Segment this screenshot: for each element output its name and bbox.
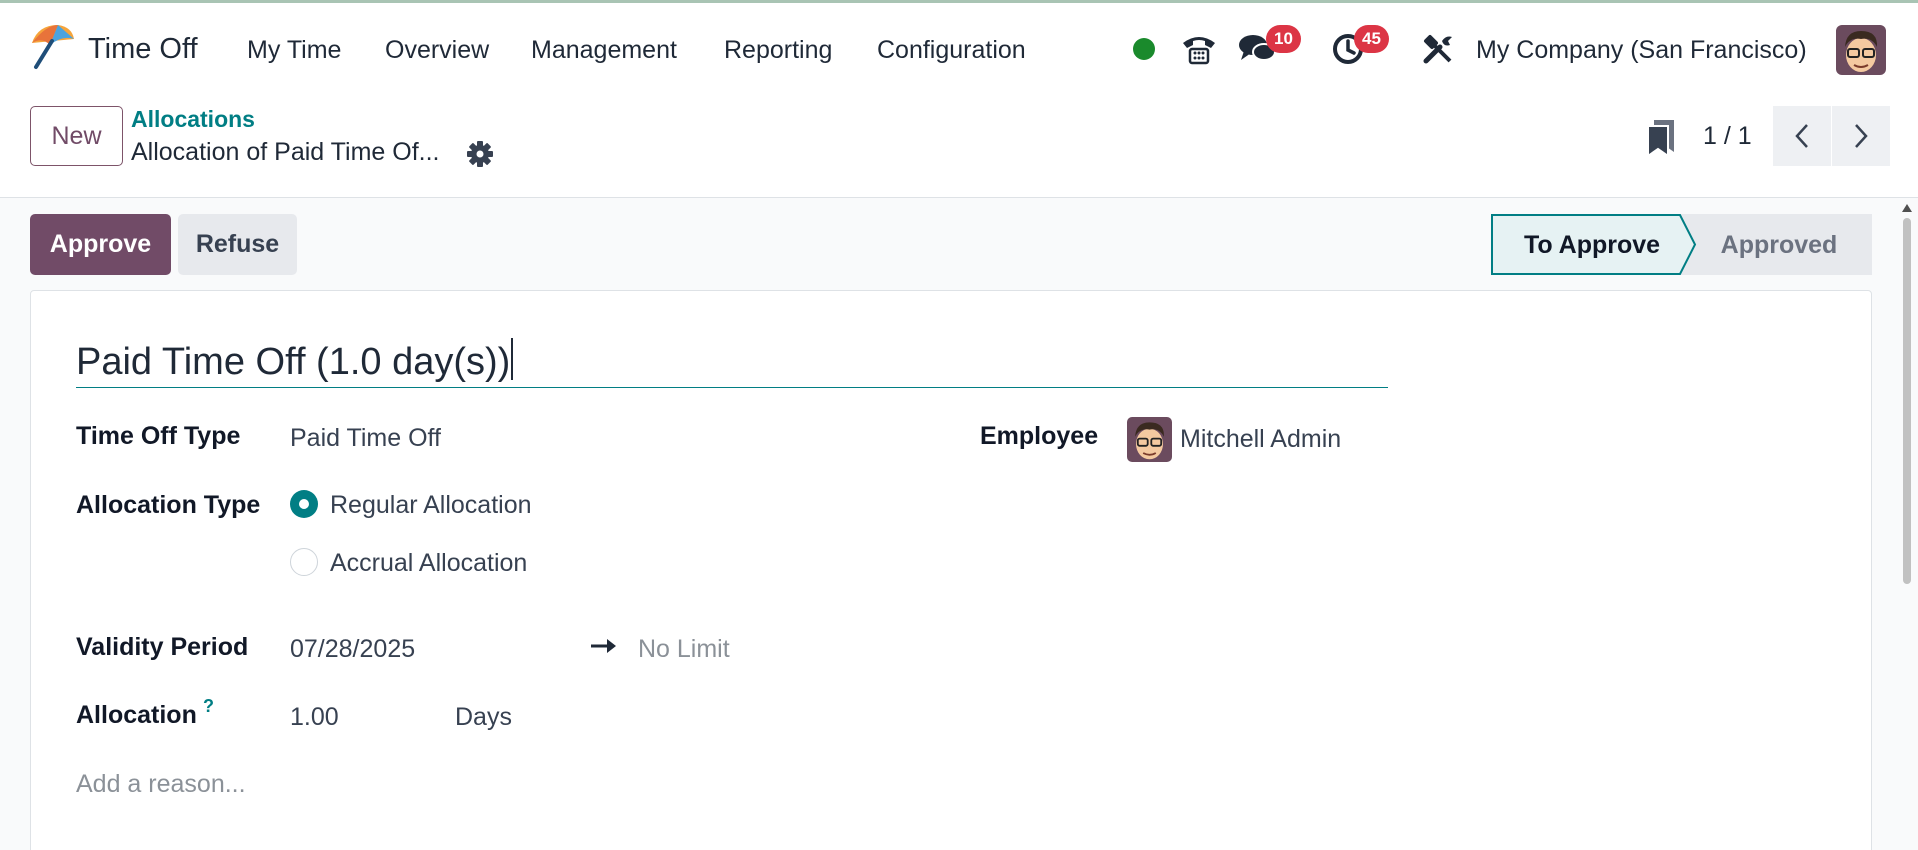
approve-button[interactable]: Approve [30, 214, 171, 275]
accrual-allocation-label[interactable]: Accrual Allocation [330, 549, 527, 578]
menu-my-time[interactable]: My Time [247, 36, 341, 65]
reason-input[interactable]: Add a reason... [76, 770, 246, 799]
user-avatar[interactable] [1836, 25, 1886, 75]
pager-value[interactable]: 1 / 1 [1703, 122, 1752, 151]
time-off-type-field[interactable]: Paid Time Off [290, 424, 441, 453]
menu-reporting[interactable]: Reporting [724, 36, 832, 65]
validity-end-date-field[interactable]: No Limit [638, 635, 730, 664]
company-switcher[interactable]: My Company (San Francisco) [1476, 36, 1807, 65]
allocation-type-label: Allocation Type [76, 491, 261, 519]
regular-allocation-label[interactable]: Regular Allocation [330, 491, 532, 520]
allocation-days-input[interactable]: 1.00 [290, 703, 339, 732]
pager-previous-button[interactable] [1773, 106, 1831, 166]
arrow-right-icon [591, 639, 616, 653]
messages-count-badge: 10 [1266, 25, 1301, 53]
presence-status-icon[interactable] [1133, 38, 1155, 60]
stage-approved[interactable]: Approved [1721, 231, 1838, 259]
app-name[interactable]: Time Off [88, 33, 198, 66]
top-navbar: Time Off My Time Overview Management Rep… [0, 0, 1918, 92]
menu-management[interactable]: Management [531, 36, 677, 65]
radio-accrual-allocation[interactable] [290, 548, 318, 576]
debug-tools-icon[interactable] [1419, 30, 1457, 68]
validity-period-label: Validity Period [76, 633, 249, 661]
radio-regular-allocation[interactable] [290, 490, 318, 518]
scrollbar-thumb[interactable] [1903, 218, 1911, 584]
refuse-button[interactable]: Refuse [178, 214, 297, 275]
chevron-left-icon [1795, 124, 1808, 148]
scroll-up-arrow-icon[interactable] [1902, 204, 1912, 212]
breadcrumb-current-record: Allocation of Paid Time Of... [131, 138, 440, 166]
employee-avatar [1127, 417, 1172, 462]
allocation-label: Allocation [76, 701, 197, 729]
status-bar: To Approve Approved [1491, 214, 1872, 275]
stage-to-approve[interactable]: To Approve [1524, 231, 1660, 259]
text-caret [511, 338, 514, 380]
validity-start-date-field[interactable]: 07/28/2025 [290, 635, 415, 664]
new-button[interactable]: New [30, 106, 123, 166]
scrollbar[interactable] [1900, 204, 1914, 850]
help-tooltip-icon[interactable]: ? [203, 696, 214, 717]
time-off-app-icon[interactable] [28, 23, 76, 71]
menu-overview[interactable]: Overview [385, 36, 489, 65]
employee-field[interactable]: Mitchell Admin [1180, 425, 1341, 454]
allocation-name-input[interactable]: Paid Time Off (1.0 day(s)) [76, 338, 1388, 388]
allocation-name-text: Paid Time Off (1.0 day(s)) [76, 341, 511, 383]
breadcrumb-allocations[interactable]: Allocations [131, 106, 255, 133]
allocation-unit: Days [455, 703, 512, 731]
chevron-right-icon [1855, 124, 1868, 148]
activities-count-badge: 45 [1354, 25, 1389, 53]
bookmark-icon[interactable] [1644, 118, 1678, 158]
phone-icon[interactable] [1180, 30, 1218, 68]
gear-icon[interactable] [466, 140, 494, 168]
employee-label: Employee [980, 422, 1099, 450]
menu-configuration[interactable]: Configuration [877, 36, 1026, 65]
pager-next-button[interactable] [1832, 106, 1890, 166]
time-off-type-label: Time Off Type [76, 422, 241, 450]
control-panel: New Allocations Allocation of Paid Time … [0, 92, 1918, 198]
